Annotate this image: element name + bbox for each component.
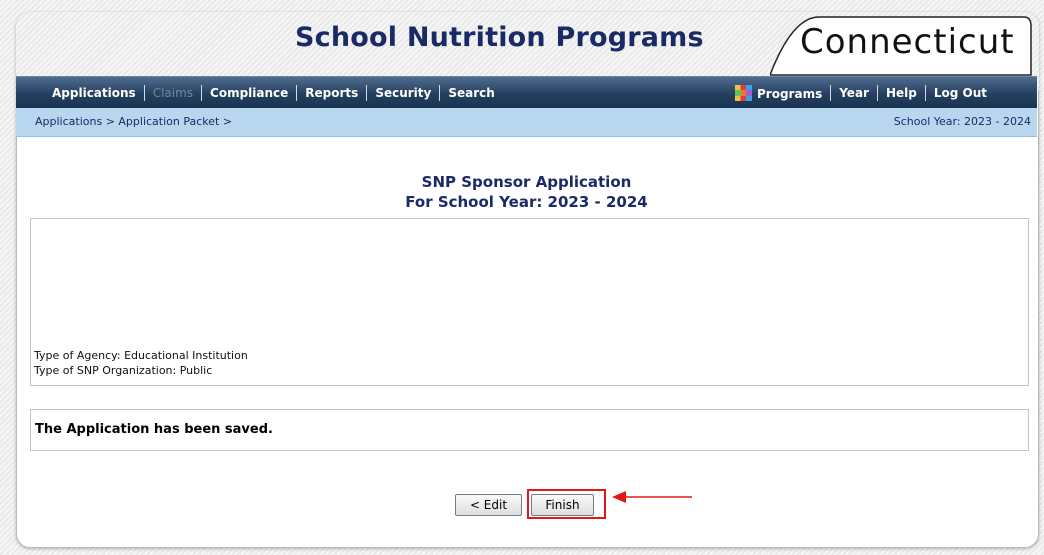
state-name: Connecticut [800,22,1015,62]
nav-security[interactable]: Security [367,86,439,100]
nav-compliance[interactable]: Compliance [202,86,296,100]
nav-programs-label: Programs [757,86,823,101]
school-year-label: School Year: 2023 - 2024 [893,115,1031,128]
agency-type-text: Type of Agency: Educational Institution [34,349,248,362]
main-nav: Applications Claims Compliance Reports S… [16,76,1037,108]
page-subtitle: For School Year: 2023 - 2024 [405,193,648,211]
organization-type-text: Type of SNP Organization: Public [34,364,213,377]
nav-applications[interactable]: Applications [44,86,144,100]
breadcrumb-bar: Applications > Application Packet > Scho… [16,108,1037,137]
saved-message: The Application has been saved. [35,422,273,437]
application-info-box: Type of Agency: Educational Institution … [30,218,1029,386]
status-message-box: The Application has been saved. [30,409,1029,451]
app-title: School Nutrition Programs [295,22,704,53]
nav-right-group: Programs Year Help Log Out [727,77,995,108]
nav-claims: Claims [152,85,194,100]
edit-button[interactable]: < Edit [455,494,522,516]
programs-grid-icon [735,84,752,101]
nav-search[interactable]: Search [440,86,502,100]
page-heading: SNP Sponsor Application For School Year:… [16,172,1037,212]
nav-left-group: Applications Claims Compliance Reports S… [44,77,503,108]
breadcrumb[interactable]: Applications > Application Packet > [35,115,232,128]
page-title: SNP Sponsor Application [421,173,632,191]
nav-year[interactable]: Year [831,86,877,100]
nav-reports[interactable]: Reports [297,86,366,100]
finish-button[interactable]: Finish [531,494,594,516]
nav-help[interactable]: Help [878,86,925,100]
nav-programs[interactable]: Programs [727,84,830,101]
nav-log-out[interactable]: Log Out [926,86,995,100]
arrow-left-icon [612,491,692,503]
